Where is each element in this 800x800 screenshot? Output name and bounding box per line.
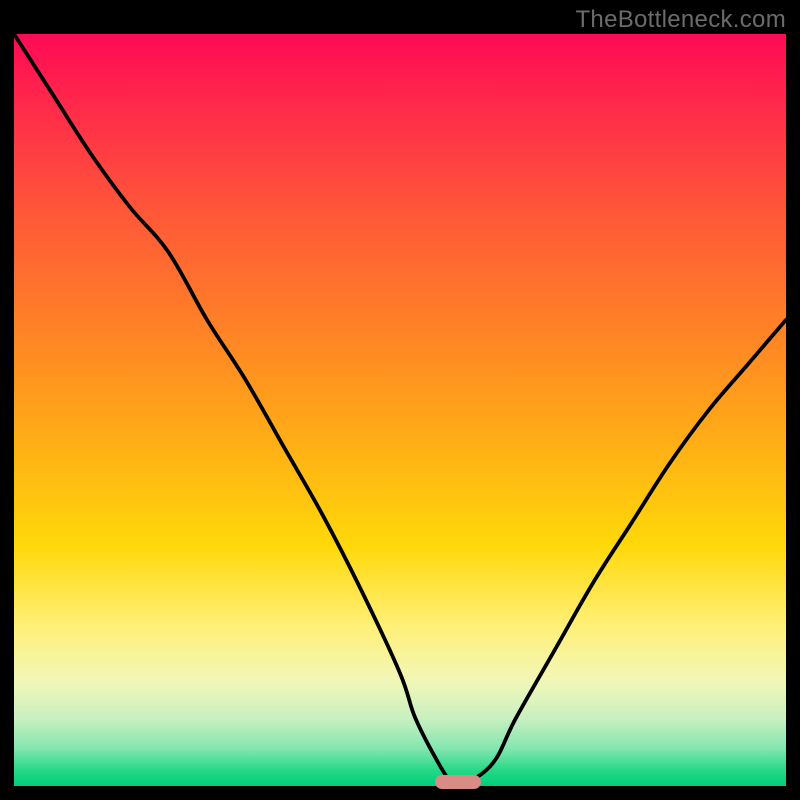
optimum-marker <box>435 775 481 789</box>
plot-area: bottleneck-curve <box>14 34 786 786</box>
chart-frame: bottleneck-curve TheBottleneck.com <box>0 0 800 800</box>
bottleneck-curve <box>14 34 786 786</box>
watermark-text: TheBottleneck.com <box>575 6 786 34</box>
